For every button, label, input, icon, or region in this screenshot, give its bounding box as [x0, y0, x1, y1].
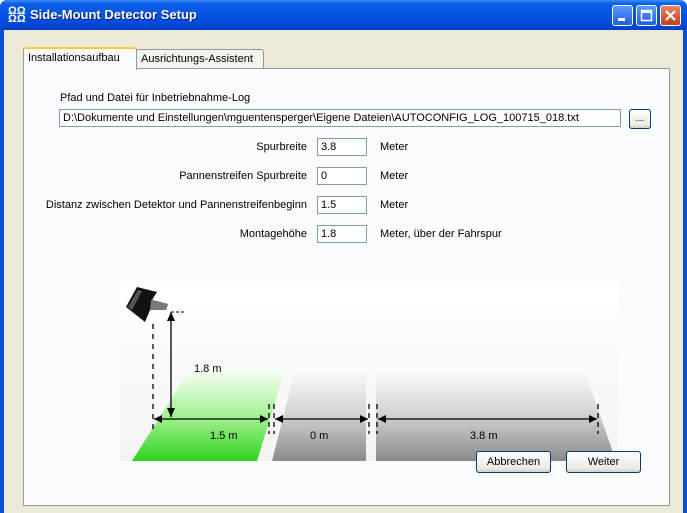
pannenstreifen-unit: Meter: [380, 170, 409, 182]
maximize-icon: [640, 9, 653, 22]
lane-value-label: 3.8 m: [470, 430, 498, 442]
tab-ausrichtungs-assistent[interactable]: Ausrichtungs-Assistent: [136, 49, 264, 68]
distanz-input[interactable]: 1.5: [317, 196, 367, 214]
app-icon: ΩΩ ΩΩ: [8, 5, 26, 25]
distanz-unit: Meter: [380, 199, 409, 211]
next-button[interactable]: Weiter: [566, 451, 641, 473]
close-icon: [665, 10, 676, 21]
pannenstreifen-input[interactable]: 0: [317, 167, 367, 185]
pannenstreifen-label: Pannenstreifen Spurbreite: [179, 170, 307, 182]
cancel-button[interactable]: Abbrechen: [476, 451, 551, 473]
tab-label: Ausrichtungs-Assistent: [141, 53, 253, 65]
window-title: Side-Mount Detector Setup: [30, 7, 197, 22]
shoulder-value-label: 0 m: [310, 430, 328, 442]
minimize-button[interactable]: [612, 5, 633, 26]
title-bar[interactable]: ΩΩ ΩΩ Side-Mount Detector Setup: [0, 0, 687, 30]
window: ΩΩ ΩΩ Side-Mount Detector Setup Installat…: [0, 0, 687, 513]
montagehoehe-input[interactable]: 1.8: [317, 225, 367, 243]
tab-label: Installationsaufbau: [28, 52, 120, 64]
tab-panel: Pfad und Datei für Inbetriebnahme-Log D:…: [23, 68, 670, 506]
maximize-button[interactable]: [636, 5, 657, 26]
height-value-label: 1.8 m: [194, 363, 222, 375]
distanz-label: Distanz zwischen Detektor und Pannenstre…: [45, 199, 307, 211]
spurbreite-input[interactable]: 3.8: [317, 138, 367, 156]
dialog-body: Installationsaufbau Ausrichtungs-Assiste…: [4, 30, 683, 513]
montagehoehe-label: Montagehöhe: [239, 228, 307, 240]
traffic-lane: [376, 366, 616, 461]
close-button[interactable]: [660, 5, 681, 26]
tab-installationsaufbau[interactable]: Installationsaufbau: [23, 47, 137, 70]
spurbreite-unit: Meter: [380, 141, 409, 153]
log-path-label: Pfad und Datei für Inbetriebnahme-Log: [60, 92, 251, 104]
installation-diagram: 1.8 m 1.5 m 0 m 3.8 m: [120, 284, 618, 461]
spurbreite-label: Spurbreite: [256, 141, 307, 153]
minimize-icon: [618, 18, 625, 21]
montagehoehe-unit: Meter, über der Fahrspur: [380, 228, 502, 240]
log-path-input[interactable]: D:\Dokumente und Einstellungen\mguentens…: [59, 109, 621, 127]
distance-value-label: 1.5 m: [210, 430, 238, 442]
browse-button[interactable]: ...: [629, 109, 651, 129]
